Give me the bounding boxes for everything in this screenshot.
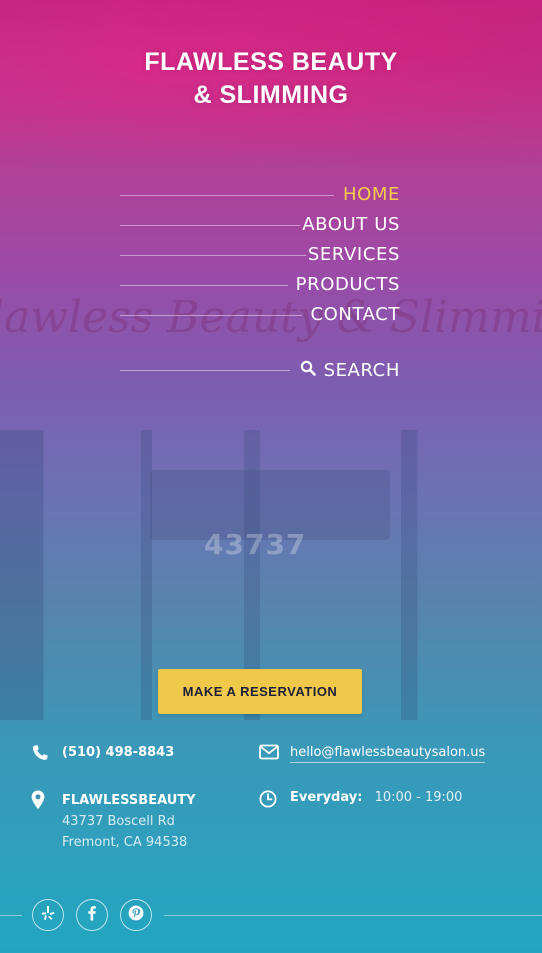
nav-item-services[interactable]: SERVICES bbox=[120, 240, 400, 270]
search-divider bbox=[120, 370, 290, 371]
social-divider-left bbox=[0, 915, 22, 916]
make-reservation-button[interactable]: MAKE A RESERVATION bbox=[158, 669, 362, 714]
hours-value: 10:00 - 19:00 bbox=[374, 790, 463, 805]
email-link[interactable]: hello@flawlessbeautysalon.us bbox=[290, 745, 486, 763]
nav-item-about-us[interactable]: ABOUT US bbox=[120, 210, 400, 240]
site-logo[interactable]: FLAWLESS BEAUTY & SLIMMING bbox=[0, 46, 542, 112]
location-pin-icon bbox=[31, 790, 45, 810]
logo-line-2: & SLIMMING bbox=[193, 81, 349, 109]
search-row: SEARCH bbox=[120, 355, 400, 385]
search-icon bbox=[300, 360, 316, 381]
hours-label: Everyday: bbox=[290, 790, 363, 805]
nav-item-products[interactable]: PRODUCTS bbox=[120, 270, 400, 300]
storefront-sign bbox=[150, 470, 390, 540]
pinterest-icon bbox=[128, 905, 144, 926]
nav-link-contact[interactable]: CONTACT bbox=[302, 300, 400, 330]
nav-link-home[interactable]: HOME bbox=[335, 180, 400, 210]
yelp-icon bbox=[40, 905, 56, 926]
main-navigation: HOME ABOUT US SERVICES PRODUCTS CONTACT bbox=[120, 180, 400, 330]
envelope-icon bbox=[259, 744, 279, 760]
background-address-number: 43737 bbox=[204, 528, 307, 561]
phone-icon bbox=[31, 744, 49, 762]
yelp-link[interactable] bbox=[32, 899, 64, 931]
clock-icon bbox=[259, 790, 277, 808]
pinterest-link[interactable] bbox=[120, 899, 152, 931]
nav-item-contact[interactable]: CONTACT bbox=[120, 300, 400, 330]
facebook-icon bbox=[84, 905, 100, 926]
search-button[interactable]: SEARCH bbox=[300, 360, 400, 381]
address-business-name: FLAWLESSBEAUTY bbox=[62, 793, 196, 808]
nav-link-services[interactable]: SERVICES bbox=[300, 240, 400, 270]
nav-link-about-us[interactable]: ABOUT US bbox=[294, 210, 400, 240]
address-street: 43737 Boscell Rd bbox=[62, 814, 175, 829]
logo-line-1: FLAWLESS BEAUTY bbox=[144, 48, 398, 76]
phone-number-link[interactable]: (510) 498-8843 bbox=[62, 745, 174, 760]
facebook-link[interactable] bbox=[76, 899, 108, 931]
search-label: SEARCH bbox=[323, 359, 400, 381]
nav-item-home[interactable]: HOME bbox=[120, 180, 400, 210]
address-city: Fremont, CA 94538 bbox=[62, 835, 188, 850]
nav-link-products[interactable]: PRODUCTS bbox=[288, 270, 400, 300]
social-divider-right bbox=[164, 915, 542, 916]
